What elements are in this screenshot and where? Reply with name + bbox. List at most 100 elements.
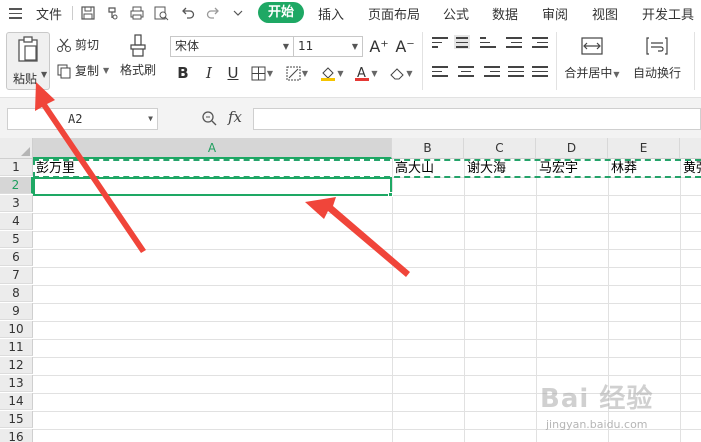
zoom-icon[interactable] (201, 110, 217, 126)
column-header-e[interactable]: E (608, 138, 680, 159)
column-header-f[interactable] (680, 138, 701, 159)
align-left-icon[interactable] (432, 66, 448, 80)
bold-icon: B (177, 64, 189, 82)
chevron-down-icon: ▼ (282, 42, 289, 51)
chevron-down-icon: ▼ (351, 42, 358, 51)
column-header-c[interactable]: C (464, 138, 536, 159)
formula-bar: A2 ▼ fx (0, 98, 701, 138)
fill-handle[interactable] (388, 192, 393, 197)
format-painter-button[interactable]: 格式刷 (118, 34, 158, 78)
row-header-9[interactable]: 9 (0, 303, 33, 320)
paste-dropdown-icon[interactable]: ▼ (41, 70, 47, 79)
font-name-select[interactable]: 宋体 ▼ (170, 36, 294, 57)
tab-developer[interactable]: 开发工具 (642, 4, 694, 23)
select-all-corner[interactable] (0, 138, 33, 159)
tab-formula[interactable]: 公式 (443, 4, 469, 23)
gridline (33, 213, 701, 214)
row-header-16[interactable]: 16 (0, 429, 33, 442)
save-icon[interactable] (80, 5, 96, 21)
tab-data[interactable]: 数据 (492, 4, 518, 23)
row-header-15[interactable]: 15 (0, 411, 33, 428)
gridline (392, 159, 393, 442)
gridline (33, 231, 701, 232)
gridline (33, 321, 701, 322)
tab-insert[interactable]: 插入 (318, 4, 344, 23)
watermark: Bai 经验 jingyan.baidu.com (540, 378, 700, 440)
border-button[interactable]: ▼ (250, 63, 274, 83)
align-center-icon[interactable] (458, 66, 474, 80)
row-header-14[interactable]: 14 (0, 393, 33, 410)
quick-access-dropdown-icon[interactable] (230, 5, 246, 21)
row-header-3[interactable]: 3 (0, 195, 33, 212)
copy-marquee (33, 159, 701, 178)
formula-input[interactable] (253, 108, 701, 130)
increase-indent-icon[interactable] (532, 37, 548, 51)
row-header-5[interactable]: 5 (0, 231, 33, 248)
undo-icon[interactable] (180, 5, 196, 21)
increase-font-button[interactable]: A⁺ (369, 36, 388, 56)
row-header-4[interactable]: 4 (0, 213, 33, 230)
gridline (536, 159, 537, 442)
justify-icon[interactable] (508, 66, 524, 80)
row-header-11[interactable]: 11 (0, 339, 33, 356)
gridline (33, 375, 701, 376)
ribbon-divider (694, 32, 695, 90)
format-icon[interactable] (105, 5, 121, 21)
row-header-13[interactable]: 13 (0, 375, 33, 392)
name-box[interactable]: A2 ▼ (7, 108, 158, 130)
fill-pattern-button[interactable]: ▼ (284, 63, 310, 83)
row-header-8[interactable]: 8 (0, 285, 33, 302)
copy-button[interactable]: 复制 ▼ (56, 62, 109, 79)
tab-view[interactable]: 视图 (592, 4, 618, 23)
align-right-icon[interactable] (484, 66, 500, 80)
watermark-url: jingyan.baidu.com (546, 418, 648, 431)
copy-dropdown-icon[interactable]: ▼ (103, 66, 109, 75)
gridline (33, 303, 701, 304)
fill-pattern-icon (286, 66, 301, 80)
font-color-icon: A (355, 66, 370, 81)
align-top-icon[interactable] (432, 37, 448, 51)
font-size-value: 11 (298, 39, 314, 53)
clear-format-button[interactable]: ▼ (386, 63, 416, 83)
italic-icon: I (206, 64, 212, 82)
gridline (33, 267, 701, 268)
redo-icon[interactable] (205, 5, 221, 21)
row-header-12[interactable]: 12 (0, 357, 33, 374)
fill-color-button[interactable]: ▼ (318, 63, 346, 83)
underline-button[interactable]: U (226, 63, 240, 83)
fx-icon[interactable]: fx (228, 108, 242, 126)
gridline (33, 285, 701, 286)
cut-button[interactable]: 剪切 (56, 36, 99, 53)
row-header-2[interactable]: 2 (0, 177, 33, 194)
decrease-indent-icon[interactable] (506, 37, 522, 51)
row-header-7[interactable]: 7 (0, 267, 33, 284)
selected-cell-a2[interactable] (33, 177, 392, 196)
font-color-button[interactable]: A ▼ (352, 63, 380, 83)
print-icon[interactable] (129, 5, 145, 21)
column-header-b[interactable]: B (392, 138, 464, 159)
merge-center-button[interactable]: 合并居中▼ (560, 36, 624, 81)
paste-button[interactable]: 粘贴 ▼ (6, 32, 50, 90)
tab-page-layout[interactable]: 页面布局 (368, 4, 420, 23)
decrease-font-button[interactable]: A⁻ (395, 36, 414, 56)
align-middle-icon[interactable] (454, 35, 470, 49)
column-header-a[interactable]: A (33, 138, 392, 159)
italic-button[interactable]: I (202, 63, 216, 83)
tab-review[interactable]: 审阅 (542, 4, 568, 23)
print-preview-icon[interactable] (153, 5, 169, 21)
font-size-select[interactable]: 11 ▼ (293, 36, 363, 57)
wrap-text-button[interactable]: 自动换行 (628, 36, 686, 81)
tab-start[interactable]: 开始 (258, 2, 304, 23)
column-header-d[interactable]: D (536, 138, 608, 159)
distributed-align-icon[interactable] (532, 66, 548, 80)
gridline (33, 249, 701, 250)
bold-button[interactable]: B (176, 63, 190, 83)
align-bottom-icon[interactable] (480, 37, 496, 51)
gridline (464, 159, 465, 442)
menu-file[interactable]: 文件 (36, 4, 62, 23)
row-header-10[interactable]: 10 (0, 321, 33, 338)
paint-bucket-icon (321, 67, 336, 81)
hamburger-menu-icon[interactable] (9, 8, 22, 19)
row-header-1[interactable]: 1 (0, 159, 33, 176)
row-header-6[interactable]: 6 (0, 249, 33, 266)
